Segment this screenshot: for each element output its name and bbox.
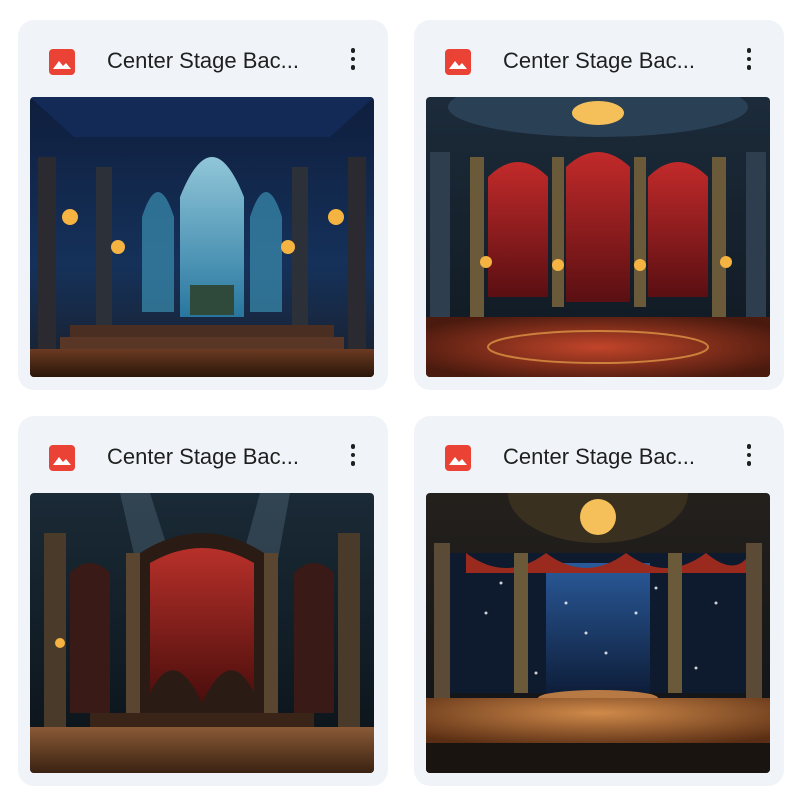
more-vert-icon[interactable]	[342, 44, 364, 74]
file-card-header: Center Stage Bac...	[18, 416, 388, 492]
more-vert-icon[interactable]	[738, 44, 760, 74]
file-card-header: Center Stage Bac...	[414, 416, 784, 492]
file-card[interactable]: Center Stage Bac...	[414, 416, 784, 786]
file-card[interactable]: Center Stage Bac...	[414, 20, 784, 390]
file-thumbnail[interactable]	[426, 493, 770, 773]
image-file-icon	[49, 445, 75, 471]
image-file-icon	[49, 49, 75, 75]
file-card-header: Center Stage Bac...	[414, 20, 784, 96]
file-card-header: Center Stage Bac...	[18, 20, 388, 96]
more-vert-icon[interactable]	[342, 440, 364, 470]
file-card[interactable]: Center Stage Bac...	[18, 416, 388, 786]
file-title: Center Stage Bac...	[107, 444, 299, 469]
file-title: Center Stage Bac...	[503, 48, 695, 73]
file-card[interactable]: Center Stage Bac...	[18, 20, 388, 390]
file-title: Center Stage Bac...	[503, 444, 695, 469]
file-thumbnail[interactable]	[30, 493, 374, 773]
file-title: Center Stage Bac...	[107, 48, 299, 73]
file-thumbnail[interactable]	[30, 97, 374, 377]
file-thumbnail[interactable]	[426, 97, 770, 377]
image-file-icon	[445, 445, 471, 471]
image-file-icon	[445, 49, 471, 75]
more-vert-icon[interactable]	[738, 440, 760, 470]
